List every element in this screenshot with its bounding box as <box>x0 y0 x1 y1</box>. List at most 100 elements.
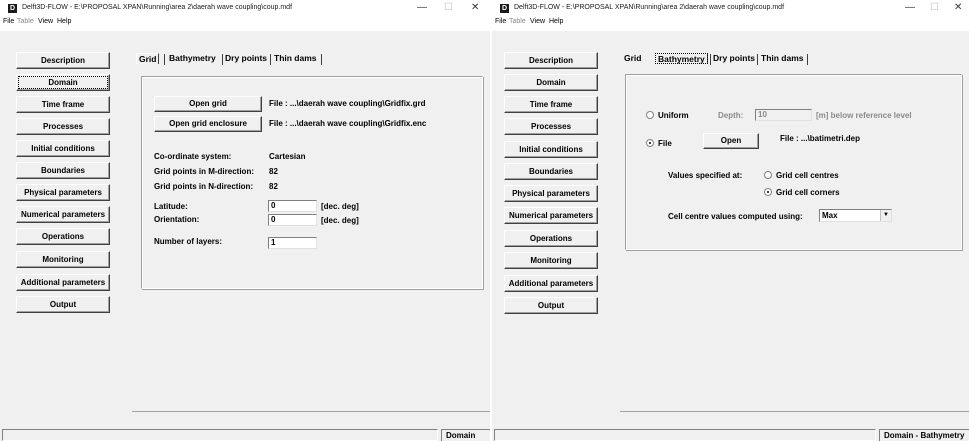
tab-thin-dams[interactable]: Thin dams <box>761 53 804 63</box>
tab-bathymetry[interactable]: Bathymetry <box>169 53 216 63</box>
window-title: Delft3D-FLOW - E:\PROPOSAL XPAN\Running\… <box>514 4 785 11</box>
nav-boundaries[interactable]: Boundaries <box>16 162 110 179</box>
nav-time-frame[interactable]: Time frame <box>16 96 110 113</box>
orientation-input[interactable]: 0 <box>268 214 317 226</box>
computed-using-label: Cell centre values computed using: <box>668 212 803 221</box>
nav-domain[interactable]: Domain <box>504 74 598 91</box>
menu-help[interactable]: Help <box>549 18 563 25</box>
nav-additional-parameters[interactable]: Additional parameters <box>16 274 110 291</box>
tab-dry-points[interactable]: Dry points <box>713 53 755 63</box>
menu-bar: File Table View Help <box>492 17 969 31</box>
nav-domain[interactable]: Domain <box>16 74 110 91</box>
coordinate-system-value: Cartesian <box>269 152 306 161</box>
file-radio[interactable] <box>646 139 654 147</box>
grid-cell-corners-radio[interactable] <box>764 188 772 196</box>
orientation-label: Orientation: <box>154 215 200 224</box>
tab-separator <box>710 54 711 65</box>
m-direction-value: 82 <box>269 167 278 176</box>
status-field-empty <box>2 429 438 441</box>
bathymetry-file-path: File : ...\batimetri.dep <box>780 134 861 143</box>
computed-using-value: Max <box>822 211 838 220</box>
menu-file[interactable]: File <box>3 18 14 25</box>
status-field-empty <box>494 429 876 441</box>
nav-monitoring[interactable]: Monitoring <box>504 252 598 269</box>
latitude-input[interactable]: 0 <box>268 200 317 212</box>
title-bar: D Delft3D-FLOW - E:\PROPOSAL XPAN\Runnin… <box>492 0 969 17</box>
tab-separator <box>807 54 808 65</box>
nav-output[interactable]: Output <box>16 296 110 313</box>
nav-initial-conditions[interactable]: Initial conditions <box>504 141 598 158</box>
nav-operations[interactable]: Operations <box>16 228 110 245</box>
menu-view[interactable]: View <box>530 18 545 25</box>
nav-numerical-parameters[interactable]: Numerical parameters <box>504 207 598 224</box>
depth-unit: [m] below reference level <box>816 111 912 120</box>
nav-operations[interactable]: Operations <box>504 230 598 247</box>
minimize-icon[interactable]: — <box>417 3 427 13</box>
maximize-icon[interactable]: ☐ <box>444 3 453 13</box>
nav-initial-conditions[interactable]: Initial conditions <box>16 140 110 157</box>
latitude-label: Latitude: <box>154 202 188 211</box>
enclosure-file-path: File : ...\daerah wave coupling\Gridfix.… <box>269 119 427 128</box>
maximize-icon[interactable]: ☐ <box>930 3 939 13</box>
nav-output[interactable]: Output <box>504 297 598 314</box>
open-grid-button[interactable]: Open grid <box>154 96 262 112</box>
menu-bar: File Table View Help <box>0 17 490 31</box>
divider <box>620 411 969 412</box>
status-text: Domain - Bathymetry <box>879 429 969 441</box>
tab-grid[interactable]: Grid <box>136 53 160 64</box>
nav-physical-parameters[interactable]: Physical parameters <box>504 185 598 202</box>
tab-thin-dams[interactable]: Thin dams <box>274 53 317 63</box>
tab-separator <box>757 54 758 65</box>
status-text: Domain <box>441 429 490 441</box>
right-window: D Delft3D-FLOW - E:\PROPOSAL XPAN\Runnin… <box>492 0 969 441</box>
grid-cell-centres-radio[interactable] <box>764 171 772 179</box>
nav-description[interactable]: Description <box>504 52 598 69</box>
nav-monitoring[interactable]: Monitoring <box>16 251 110 268</box>
nav-description[interactable]: Description <box>16 52 110 69</box>
coordinate-system-label: Co-ordinate system: <box>154 152 232 161</box>
nav-numerical-parameters[interactable]: Numerical parameters <box>16 206 110 223</box>
menu-help[interactable]: Help <box>57 18 71 25</box>
nav-processes[interactable]: Processes <box>16 118 110 135</box>
number-of-layers-label: Number of layers: <box>154 237 223 246</box>
values-specified-label: Values specified at: <box>668 171 743 180</box>
tab-bathymetry[interactable]: Bathymetry <box>655 53 708 64</box>
tab-grid[interactable]: Grid <box>624 53 641 63</box>
n-direction-label: Grid points in N-direction: <box>154 182 254 191</box>
nav-physical-parameters[interactable]: Physical parameters <box>16 184 110 201</box>
open-bathymetry-button[interactable]: Open <box>703 133 759 149</box>
tab-dry-points[interactable]: Dry points <box>225 53 267 63</box>
open-grid-enclosure-button[interactable]: Open grid enclosure <box>154 116 262 132</box>
grid-file-path: File : ...\daerah wave coupling\Gridfix.… <box>269 99 426 108</box>
status-bar: Domain <box>0 428 490 441</box>
close-icon[interactable]: ✕ <box>954 3 962 13</box>
computed-using-select[interactable]: Max ▼ <box>819 209 892 222</box>
nav-boundaries[interactable]: Boundaries <box>504 163 598 180</box>
left-window: D Delft3D-FLOW - E:\PROPOSAL XPAN\Runnin… <box>0 0 490 441</box>
orientation-unit: [dec. deg] <box>321 216 359 225</box>
title-bar: D Delft3D-FLOW - E:\PROPOSAL XPAN\Runnin… <box>0 0 490 17</box>
status-bar: Domain - Bathymetry <box>492 428 969 441</box>
number-of-layers-input[interactable]: 1 <box>268 237 317 249</box>
file-label: File <box>658 139 672 148</box>
uniform-radio[interactable] <box>646 111 654 119</box>
menu-view[interactable]: View <box>38 18 53 25</box>
dropdown-arrow-icon[interactable]: ▼ <box>880 210 891 221</box>
uniform-label: Uniform <box>658 111 689 120</box>
menu-table[interactable]: Table <box>509 18 526 25</box>
menu-table[interactable]: Table <box>17 18 34 25</box>
menu-file[interactable]: File <box>495 18 506 25</box>
tab-separator <box>222 54 223 65</box>
tab-separator <box>270 54 271 65</box>
minimize-icon[interactable]: — <box>905 3 915 13</box>
nav-additional-parameters[interactable]: Additional parameters <box>504 275 598 292</box>
bathymetry-panel <box>625 74 962 250</box>
depth-label: Depth: <box>718 111 744 120</box>
nav-time-frame[interactable]: Time frame <box>504 96 598 113</box>
depth-input[interactable]: 10 <box>755 109 812 121</box>
close-icon[interactable]: ✕ <box>471 3 479 13</box>
tab-strip: Grid Bathymetry Dry points Thin dams <box>624 53 839 67</box>
m-direction-label: Grid points in M-direction: <box>154 167 254 176</box>
latitude-unit: [dec. deg] <box>321 202 359 211</box>
nav-processes[interactable]: Processes <box>504 118 598 135</box>
